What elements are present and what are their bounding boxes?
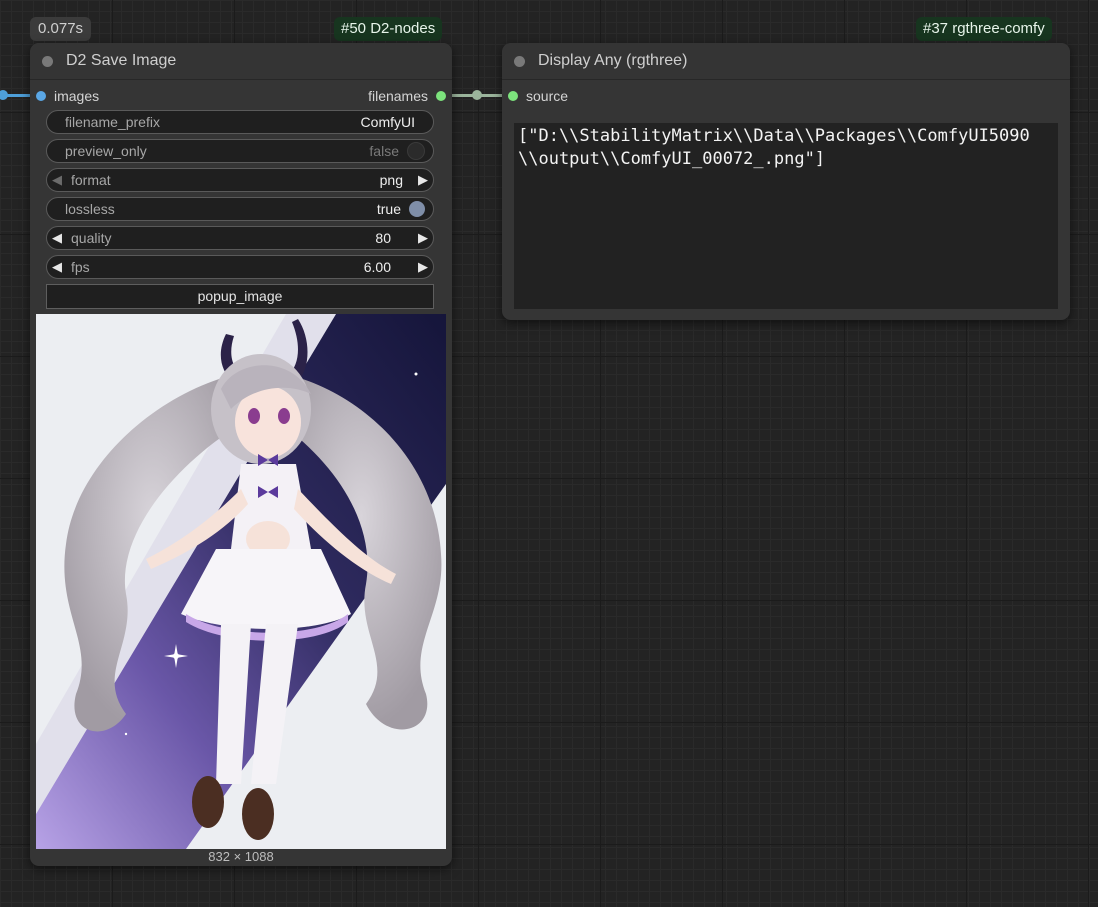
widget-label: preview_only: [65, 143, 147, 159]
filename-prefix-widget[interactable]: filename_prefix ComfyUI: [46, 110, 434, 134]
widget-label: quality: [71, 230, 112, 246]
widget-value: 6.00: [363, 259, 391, 275]
decrement-arrow-icon[interactable]: ◀: [47, 259, 67, 275]
input-slot-label: source: [526, 88, 569, 104]
link-midpoint-dot[interactable]: [472, 90, 482, 100]
node-title-bar[interactable]: Display Any (rgthree): [502, 43, 1070, 80]
output-slot-label: filenames: [368, 88, 428, 104]
toggle-off-icon: [407, 142, 425, 160]
input-slot-images[interactable]: images: [36, 85, 99, 107]
widget-value: png: [379, 172, 403, 188]
quality-number-widget[interactable]: ◀ quality 80 ▶: [46, 226, 434, 250]
widget-value: 80: [375, 230, 391, 246]
input-slot-dot-icon[interactable]: [36, 91, 46, 101]
collapse-dot-icon[interactable]: [42, 55, 53, 67]
display-any-node[interactable]: Display Any (rgthree) source ["D:\\Stabi…: [502, 43, 1070, 320]
d2-save-image-node[interactable]: D2 Save Image images filenames filename_…: [30, 43, 452, 866]
image-preview[interactable]: [36, 314, 446, 849]
link-reroute-dot[interactable]: [0, 90, 8, 100]
lossless-toggle[interactable]: lossless true: [46, 197, 434, 221]
toggle-on-icon: [409, 201, 425, 217]
node-title: Display Any (rgthree): [538, 52, 688, 69]
fps-number-widget[interactable]: ◀ fps 6.00 ▶: [46, 255, 434, 279]
display-output-text[interactable]: ["D:\\StabilityMatrix\\Data\\Packages\\C…: [514, 123, 1058, 309]
output-slot-filenames[interactable]: filenames: [368, 85, 446, 107]
increment-arrow-icon[interactable]: ▶: [413, 172, 433, 188]
widget-value: ComfyUI: [360, 114, 415, 130]
input-slot-label: images: [54, 88, 100, 104]
increment-arrow-icon[interactable]: ▶: [413, 230, 433, 246]
widget-label: fps: [71, 259, 90, 275]
node-source-badge: #50 D2-nodes: [334, 17, 443, 41]
popup-image-button[interactable]: popup_image: [46, 284, 434, 309]
decrement-arrow-icon[interactable]: ◀: [47, 172, 67, 188]
output-slot-dot-icon[interactable]: [436, 91, 446, 101]
image-size-label: 832 × 1088: [208, 849, 274, 864]
input-slot-dot-icon[interactable]: [508, 91, 518, 101]
preview-only-toggle[interactable]: preview_only false: [46, 139, 434, 163]
node-title: D2 Save Image: [66, 52, 177, 69]
increment-arrow-icon[interactable]: ▶: [413, 259, 433, 275]
widget-value: true: [376, 201, 401, 217]
widget-label: lossless: [65, 201, 115, 217]
execution-time-badge: 0.077s: [30, 17, 92, 41]
decrement-arrow-icon[interactable]: ◀: [47, 230, 67, 246]
node-source-badge: #37 rgthree-comfy: [916, 17, 1052, 41]
widget-label: format: [71, 172, 111, 188]
format-combo[interactable]: ◀ format png ▶: [46, 168, 434, 192]
widget-value: false: [369, 143, 399, 159]
widget-label: filename_prefix: [65, 114, 160, 130]
input-slot-source[interactable]: source: [508, 85, 568, 107]
collapse-dot-icon[interactable]: [514, 55, 525, 67]
node-title-bar[interactable]: D2 Save Image: [30, 43, 452, 80]
preview-illustration: [36, 314, 446, 849]
